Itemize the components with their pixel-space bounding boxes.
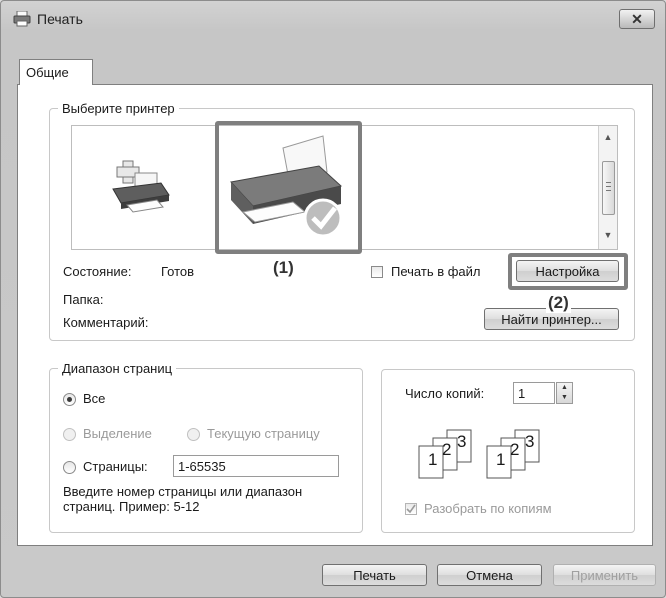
- select-printer-legend: Выберите принтер: [62, 101, 175, 116]
- range-pages-label: Страницы:: [83, 459, 148, 474]
- collate-page-3: 3: [457, 432, 467, 451]
- range-pages-radio[interactable]: [63, 461, 76, 474]
- callout-1: (1): [271, 258, 296, 278]
- tab-general[interactable]: Общие: [19, 59, 93, 85]
- add-printer-item[interactable]: [72, 126, 208, 248]
- copies-label: Число копий:: [405, 386, 485, 401]
- print-to-file-label: Печать в файл: [391, 264, 481, 279]
- title-bar: Печать ✕: [1, 1, 665, 37]
- close-button[interactable]: ✕: [619, 9, 655, 29]
- collate-page-1: 1: [428, 450, 438, 469]
- print-button-label: Печать: [353, 567, 396, 583]
- spin-down-icon[interactable]: ▼: [557, 393, 572, 403]
- cancel-button-label: Отмена: [466, 567, 513, 583]
- scroll-thumb[interactable]: [602, 161, 615, 215]
- printer-list-scrollbar[interactable]: ▲ ▼: [598, 126, 617, 249]
- range-selection-label: Выделение: [83, 426, 152, 441]
- callout-2: (2): [546, 293, 571, 313]
- collate-illustration-2: 3 2 1: [481, 426, 551, 487]
- callout-highlight-1: [215, 121, 362, 254]
- print-to-file-checkbox[interactable]: [371, 266, 383, 278]
- status-value: Готов: [161, 264, 195, 279]
- print-dialog: Печать ✕ Общие Выберите принтер ▲ ▼ (1) …: [0, 0, 666, 598]
- pages-input[interactable]: 1-65535: [173, 455, 339, 477]
- range-current-page-label: Текущую страницу: [207, 426, 320, 441]
- add-printer-icon: [105, 155, 175, 220]
- close-icon: ✕: [631, 10, 643, 27]
- collate-label: Разобрать по копиям: [424, 501, 552, 516]
- range-selection-radio[interactable]: [63, 428, 76, 441]
- apply-button-label: Применить: [570, 567, 639, 583]
- range-current-page-radio[interactable]: [187, 428, 200, 441]
- print-button[interactable]: Печать: [322, 564, 427, 586]
- cancel-button[interactable]: Отмена: [437, 564, 542, 586]
- collate-page-2: 2: [442, 440, 452, 459]
- range-all-label: Все: [83, 391, 106, 406]
- collate-illustration-1: 3 2 1: [413, 426, 483, 487]
- callout-highlight-2: [508, 253, 628, 290]
- folder-label: Папка:: [63, 292, 104, 307]
- spin-up-icon[interactable]: ▲: [557, 383, 572, 393]
- window-title: Печать: [37, 11, 83, 27]
- collate-page-3: 3: [525, 432, 535, 451]
- range-all-radio[interactable]: [63, 393, 76, 406]
- tab-general-label: Общие: [26, 65, 69, 80]
- collate-checkbox[interactable]: [405, 503, 417, 515]
- scroll-down-icon[interactable]: ▼: [599, 230, 617, 246]
- page-range-hint: Введите номер страницы или диапазон стра…: [63, 484, 303, 514]
- apply-button[interactable]: Применить: [553, 564, 656, 586]
- scroll-up-icon[interactable]: ▲: [599, 132, 617, 148]
- printer-icon: [13, 10, 31, 27]
- check-icon: [406, 504, 416, 514]
- page-range-legend: Диапазон страниц: [62, 361, 173, 376]
- collate-page-1: 1: [496, 450, 506, 469]
- copies-spinner[interactable]: ▲ ▼: [556, 382, 573, 404]
- comment-label: Комментарий:: [63, 315, 149, 330]
- collate-page-2: 2: [510, 440, 520, 459]
- find-printer-button-label: Найти принтер...: [501, 311, 602, 327]
- copies-input[interactable]: 1: [513, 382, 555, 404]
- status-label: Состояние:: [63, 264, 132, 279]
